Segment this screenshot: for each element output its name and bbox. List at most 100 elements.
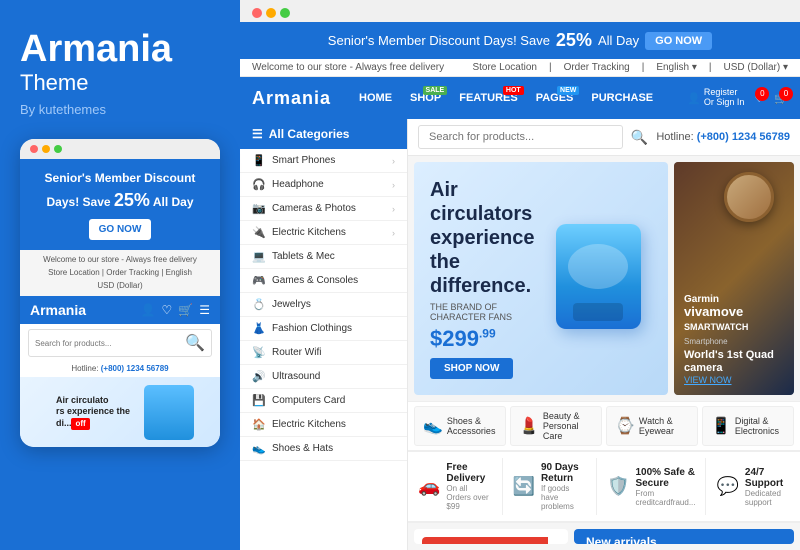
new-arrivals-header: New arrivals [574,529,794,544]
phone-mockup: Senior's Member Discount Days! Save 25% … [20,139,220,447]
nav-wishlist-btn[interactable]: ♡ 0 [754,92,764,105]
hotline-number: (+800) 1234 56789 [697,131,790,143]
window-dot-yellow [266,8,276,18]
phone-hero-text: Air circulators experience thedi...off [46,395,140,431]
sidebar-item-smartphones[interactable]: 📱Smart Phones› [240,149,407,173]
top-promo-bar: Senior's Member Discount Days! Save 25% … [240,22,800,59]
phone-search-bar[interactable]: 🔍 [28,329,212,357]
sidebar-item-fashion[interactable]: 👗Fashion Clothings [240,317,407,341]
sidebar-item-cameras[interactable]: 📷Cameras & Photos› [240,197,407,221]
phone-promo-text2: Days! Save [47,195,111,209]
phone-hero-img: Air circulators experience thedi...off [20,377,220,447]
garmin-watch-img [714,172,784,242]
benefit-secure: 🛡️ 100% Safe & Secure From creditcardfra… [597,458,706,515]
phone-search-icon[interactable]: 🔍 [185,333,205,353]
search-icon[interactable]: 🔍 [631,129,648,146]
go-now-button[interactable]: GO NOW [645,32,712,50]
phone-user-icon[interactable]: 👤 [141,303,156,317]
delivery-icon: 🚗 [418,476,440,497]
phone-go-btn[interactable]: GO NOW [89,219,152,240]
site-brand[interactable]: Armania [252,88,331,109]
sidebar-item-tablets[interactable]: 💻Tablets & Mec [240,245,407,269]
deals-header: Deals of the Week [422,537,548,544]
main-nav: Armania HOME SHOPSALE FEATURESHOT PAGESN… [240,77,800,119]
right-panel: Senior's Member Discount Days! Save 25% … [240,0,800,550]
side-desc2: World's 1st Quad camera [684,349,784,375]
delivery-title: Free Delivery [446,462,491,484]
phone-promo-text3: All Day [153,195,194,209]
cat-shoes[interactable]: 👟 Shoes &Accessories [414,406,506,446]
top-promo-percent: 25% [556,30,592,51]
phone-hero-product-img [144,385,194,440]
wishlist-count: 0 [755,87,769,101]
side-model: vivamove SMARTWATCH [684,305,784,334]
content-area: ☰ All Categories 📱Smart Phones› 🎧Headpho… [240,119,800,550]
search-area: 🔍 Hotline: (+800) 1234 56789 [408,119,800,156]
hero-section: Air circulators experience the differenc… [408,156,800,401]
cat-beauty[interactable]: 💄 Beauty &Personal Care [510,406,602,446]
sidebar-item-router[interactable]: 📡Router Wifi [240,341,407,365]
brand-sub: Theme [20,70,88,96]
phone-promo-banner: Senior's Member Discount Days! Save 25% … [20,159,220,250]
nav-user-icon-wrap[interactable]: 👤 Register Or Sign In [687,88,744,108]
by-line: By kutethemes [20,102,106,117]
nav-cart-btn[interactable]: 🛒 0 [774,92,788,105]
sidebar-item-games[interactable]: 🎮Games & Consoles [240,269,407,293]
sidebar-item-ultrasound[interactable]: 🔊Ultrasound [240,365,407,389]
window-dots-bar [240,0,800,22]
brand-title: Armania [20,30,172,68]
phone-cart-icon[interactable]: 🛒 [178,303,193,317]
cart-count: 0 [779,87,793,101]
hotline-text: Hotline: (+800) 1234 56789 [656,131,790,143]
pages-badge: NEW [557,86,579,95]
phone-menu-icon[interactable]: ☰ [199,303,210,317]
sidebar-header: ☰ All Categories [240,119,407,149]
secure-desc: From creditcardfraud... [635,489,695,507]
left-panel: Armania Theme By kutethemes Senior's Mem… [0,0,240,550]
cat-digital[interactable]: 📱 Digital &Electronics [702,406,794,446]
nav-link-pages[interactable]: PAGESNEW [528,88,582,108]
side-desc1: Smartphone [684,337,784,346]
nav-link-features[interactable]: FEATURESHOT [451,88,525,108]
cat-watch-label: Watch &Eyewear [639,416,674,436]
language-selector[interactable]: English ▾ [656,62,697,73]
sidebar-item-electric-kitchens[interactable]: 🔌Electric Kitchens› [240,221,407,245]
sidebar-item-jewelry[interactable]: 💍Jewelrys [240,293,407,317]
support-icon: 💬 [716,476,738,497]
hero-side-panel: Garmin vivamove SMARTWATCH Smartphone Wo… [674,162,794,395]
sidebar-item-headphone[interactable]: 🎧Headphone› [240,173,407,197]
phone-top-bar [20,139,220,159]
side-view-now-link[interactable]: VIEW NOW [684,375,784,385]
hero-side-content: Garmin vivamove SMARTWATCH Smartphone Wo… [684,294,784,385]
bottom-row: Deals of the Week 💻 Tempered Glass Film … [408,523,800,550]
sidebar-header-label: All Categories [269,127,350,141]
phone-heart-icon[interactable]: ♡ [162,303,173,317]
nav-link-home[interactable]: HOME [351,88,400,108]
cat-icons-row: 👟 Shoes &Accessories 💄 Beauty &Personal … [408,401,800,450]
nav-link-shop[interactable]: SHOPSALE [402,88,449,108]
sidebar-item-shoes[interactable]: 👟Shoes & Hats [240,437,407,461]
phone-dot-green [54,145,62,153]
watch-icon: ⌚ [615,416,635,436]
phone-search-input[interactable] [35,339,185,348]
sidebar-item-electric2[interactable]: 🏠Electric Kitchens [240,413,407,437]
return-icon: 🔄 [513,476,535,497]
phone-promo-pct: 25% [114,190,150,210]
hero-title: Air circulators experience the differenc… [430,178,549,298]
shop-now-btn[interactable]: SHOP NOW [430,358,513,379]
window-dot-green [280,8,290,18]
top-promo-text2: All Day [598,33,639,48]
store-location-link[interactable]: Store Location [472,62,537,73]
currency-selector[interactable]: USD (Dollar) ▾ [724,62,788,73]
phone-hotline-number: (+800) 1234 56789 [101,364,169,373]
hero-product-img [549,219,652,339]
order-tracking-link[interactable]: Order Tracking [564,62,630,73]
main-content: 🔍 Hotline: (+800) 1234 56789 Air circula… [408,119,800,550]
phone-promo-text1: Senior's Member Discount [45,171,196,185]
search-input[interactable] [418,125,623,149]
hero-text: Air circulators experience the differenc… [430,178,549,379]
cat-watch[interactable]: ⌚ Watch &Eyewear [606,406,698,446]
nav-link-purchase[interactable]: PURCHASE [583,88,661,108]
sidebar-item-computers[interactable]: 💾Computers Card [240,389,407,413]
nav-right: 👤 Register Or Sign In ♡ 0 🛒 0 [687,88,788,108]
